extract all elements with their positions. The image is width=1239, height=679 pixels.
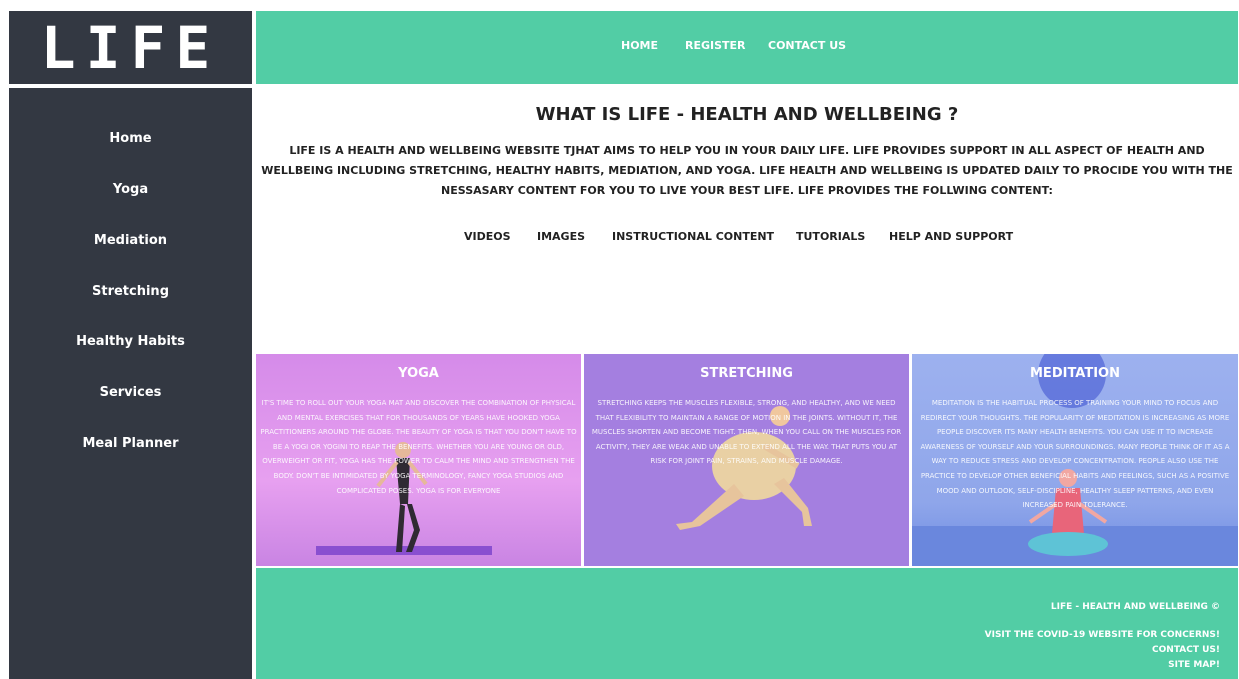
content-link-tutorials[interactable]: TUTORIALS: [796, 230, 865, 243]
yoga-title: YOGA: [398, 366, 439, 381]
sidebar: Home Yoga Mediation Stretching Healthy H…: [9, 88, 252, 679]
site-logo[interactable]: LIFE: [9, 11, 252, 84]
nav-home-link[interactable]: HOME: [621, 39, 658, 52]
stretching-title: STRETCHING: [700, 366, 793, 381]
sidebar-item-home[interactable]: Home: [9, 131, 252, 146]
content-link-videos[interactable]: VIDEOS: [464, 230, 511, 243]
content-link-help-support[interactable]: HELP AND SUPPORT: [889, 230, 1013, 243]
nav-register-link[interactable]: REGISTER: [685, 39, 746, 52]
top-nav: HOME REGISTER CONTACT US: [256, 11, 1238, 84]
page-title: WHAT IS LIFE - HEALTH AND WELLBEING ?: [535, 104, 959, 125]
sidebar-item-stretching[interactable]: Stretching: [9, 284, 252, 299]
sidebar-item-healthy-habits[interactable]: Healthy Habits: [9, 334, 252, 349]
sidebar-item-services[interactable]: Services: [9, 385, 252, 400]
meditation-title: MEDITATION: [1030, 366, 1120, 381]
stretching-text: STRETCHING KEEPS THE MUSCLES FLEXIBLE, S…: [591, 399, 902, 466]
intro-paragraph: LIFE IS A HEALTH AND WELLBEING WEBSITE T…: [261, 144, 1233, 197]
meditation-text: MEDITATION IS THE HABITUAL PROCESS OF TR…: [920, 399, 1230, 510]
nav-contact-link[interactable]: CONTACT US: [768, 39, 846, 52]
meditation-panel[interactable]: MEDITATION MEDITATION IS THE HABITUAL PR…: [912, 354, 1238, 566]
footer-contact-link[interactable]: CONTACT US!: [1152, 645, 1220, 655]
sidebar-item-meal-planner[interactable]: Meal Planner: [9, 436, 252, 451]
yoga-text: IT'S TIME TO ROLL OUT YOUR YOGA MAT AND …: [260, 399, 577, 495]
footer: LIFE - HEALTH AND WELLBEING © VISIT THE …: [256, 568, 1238, 679]
content-link-instructional[interactable]: INSTRUCTIONAL CONTENT: [612, 230, 774, 243]
yoga-panel[interactable]: YOGA IT'S TIME TO ROLL OUT YOUR YOGA MAT…: [256, 354, 581, 566]
sidebar-item-mediation[interactable]: Mediation: [9, 233, 252, 248]
stretching-panel[interactable]: STRETCHING STRETCHING KEEPS THE MUSCLES …: [584, 354, 909, 566]
sidebar-item-yoga[interactable]: Yoga: [9, 182, 252, 197]
footer-sitemap-link[interactable]: SITE MAP!: [1168, 660, 1220, 670]
footer-copyright: LIFE - HEALTH AND WELLBEING ©: [1050, 602, 1220, 612]
content-link-images[interactable]: IMAGES: [537, 230, 585, 243]
footer-covid-link[interactable]: VISIT THE COVID-19 WEBSITE FOR CONCERNS!: [985, 630, 1220, 640]
